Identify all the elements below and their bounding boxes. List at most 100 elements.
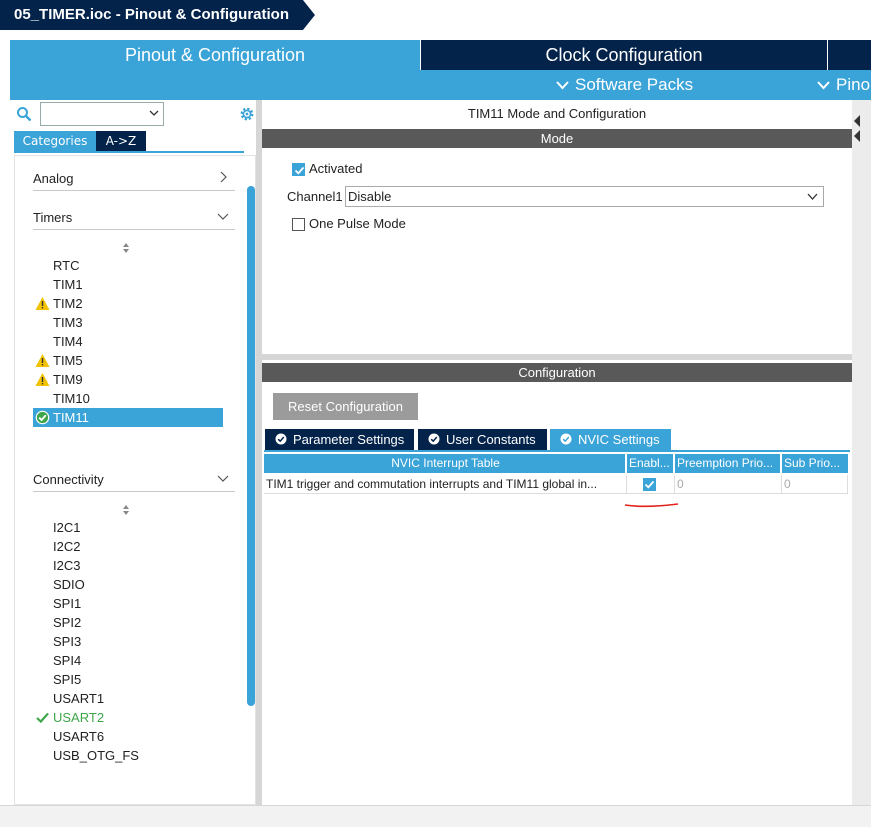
mode-section-header: Mode [262, 129, 852, 148]
list-item-label: I2C3 [53, 558, 81, 573]
list-item-label: SPI3 [53, 634, 82, 649]
list-item-spi3[interactable]: SPI3 [33, 632, 223, 651]
list-item-tim4[interactable]: TIM4 [33, 332, 223, 351]
group-timers[interactable]: Timers [33, 206, 235, 230]
enabled-checkbox[interactable] [643, 478, 656, 491]
list-item-label: SPI5 [53, 672, 82, 687]
mode-configuration-panel: TIM11 Mode and Configuration Mode Activa… [262, 100, 852, 805]
pinout-label: Pino [836, 75, 871, 94]
category-tabs-underline [14, 151, 244, 153]
list-item-label: USART2 [53, 710, 105, 725]
red-underline-annotation [624, 503, 679, 508]
gear-icon[interactable] [238, 105, 256, 123]
right-collapse-strip[interactable] [852, 100, 871, 805]
chevron-down-icon [217, 213, 229, 220]
tab-clock-configuration[interactable]: Clock Configuration [421, 40, 827, 70]
list-item-i2c1[interactable]: I2C1 [33, 518, 223, 537]
column-header-preemption[interactable]: Preemption Prio... [675, 454, 780, 473]
sub-menu-bar: Software Packs Pino [10, 70, 871, 100]
column-header-interrupt[interactable]: NVIC Interrupt Table [264, 454, 625, 473]
list-item-label: SPI4 [53, 653, 82, 668]
list-item-tim1[interactable]: TIM1 [33, 275, 223, 294]
group-analog[interactable]: Analog [33, 167, 235, 191]
group-connectivity-label: Connectivity [33, 472, 104, 487]
tab-pinout-configuration[interactable]: Pinout & Configuration [10, 40, 420, 70]
tab-overflow[interactable] [828, 40, 871, 70]
categories-panel: Categories A->Z Analog Timers RTC TIM1 T… [10, 100, 256, 805]
list-item-i2c2[interactable]: I2C2 [33, 537, 223, 556]
column-header-sub-priority[interactable]: Sub Prio... [782, 454, 848, 473]
list-item-usart2[interactable]: USART2 [33, 708, 223, 727]
search-input[interactable] [40, 102, 164, 126]
list-item-label: TIM9 [53, 372, 83, 387]
list-item-tim3[interactable]: TIM3 [33, 313, 223, 332]
list-item-label: SDIO [53, 577, 85, 592]
search-icon[interactable] [16, 106, 32, 122]
list-item-tim10[interactable]: TIM10 [33, 389, 223, 408]
list-item-label: TIM3 [53, 315, 83, 330]
warning-icon [35, 373, 50, 386]
pinout-menu[interactable]: Pino [817, 70, 870, 100]
table-cell-preemption[interactable]: 0 [675, 475, 782, 494]
tab-user-constants[interactable]: User Constants [418, 429, 547, 450]
list-item-sdio[interactable]: SDIO [33, 575, 223, 594]
list-item-rtc[interactable]: RTC [33, 256, 223, 275]
list-item-label: USART6 [53, 729, 105, 744]
list-item-usart1[interactable]: USART1 [33, 689, 223, 708]
list-item-tim2[interactable]: TIM2 [33, 294, 223, 313]
table-cell-interrupt-name: TIM1 trigger and commutation interrupts … [264, 475, 627, 494]
chevron-right-icon [220, 171, 227, 183]
chevron-down-icon [217, 475, 229, 482]
group-connectivity[interactable]: Connectivity [33, 468, 235, 492]
group-analog-label: Analog [33, 171, 74, 186]
title-bar: 05_TIMER.ioc - Pinout & Configuration [0, 0, 871, 30]
checkmark-icon [36, 712, 49, 724]
channel1-label: Channel1 [287, 189, 343, 204]
chevron-down-icon [807, 193, 818, 200]
one-pulse-mode-label: One Pulse Mode [309, 216, 406, 231]
list-item-spi2[interactable]: SPI2 [33, 613, 223, 632]
list-item-label: TIM4 [53, 334, 83, 349]
column-header-enabled[interactable]: Enabl... [627, 454, 673, 473]
list-item-usb-otg-fs[interactable]: USB_OTG_FS [33, 746, 223, 765]
channel1-select[interactable]: Disable [345, 186, 824, 207]
reset-configuration-button[interactable]: Reset Configuration [273, 393, 418, 420]
chevron-down-icon [149, 110, 159, 116]
tab-label: Parameter Settings [293, 432, 405, 447]
check-circle-icon [428, 433, 440, 445]
breadcrumb-chevron-icon [300, 0, 315, 30]
warning-icon [35, 297, 50, 310]
list-item-label: TIM1 [53, 277, 83, 292]
tab-nvic-settings[interactable]: NVIC Settings [550, 429, 671, 450]
category-list: Analog Timers RTC TIM1 TIM2 TIM3 TIM4 TI… [14, 155, 256, 805]
activated-label: Activated [309, 161, 363, 176]
table-cell-sub-priority[interactable]: 0 [782, 475, 848, 494]
list-item-usart6[interactable]: USART6 [33, 727, 223, 746]
list-item-tim5[interactable]: TIM5 [33, 351, 223, 370]
one-pulse-mode-checkbox[interactable] [292, 218, 305, 231]
list-item-label: TIM11 [53, 410, 89, 425]
tab-label: User Constants [446, 432, 536, 447]
list-item-i2c3[interactable]: I2C3 [33, 556, 223, 575]
list-item-spi5[interactable]: SPI5 [33, 670, 223, 689]
tab-categories[interactable]: Categories [14, 131, 96, 151]
check-circle-icon [275, 433, 287, 445]
list-item-tim11[interactable]: TIM11 [33, 408, 223, 427]
status-bar [0, 805, 871, 827]
section-splitter[interactable] [262, 354, 852, 360]
sort-icon[interactable] [121, 242, 131, 254]
activated-checkbox[interactable] [292, 163, 305, 176]
category-list-scrollbar[interactable] [247, 186, 255, 706]
list-item-tim9[interactable]: TIM9 [33, 370, 223, 389]
collapse-arrows-icon[interactable] [853, 114, 861, 144]
panel-title: TIM11 Mode and Configuration [467, 106, 647, 121]
configuration-section-header: Configuration [262, 363, 852, 382]
checkmark-icon [644, 480, 655, 489]
list-item-spi1[interactable]: SPI1 [33, 594, 223, 613]
sort-icon[interactable] [121, 504, 131, 516]
config-tabs-underline [264, 450, 850, 452]
software-packs-menu[interactable]: Software Packs [556, 70, 693, 100]
tab-a-to-z[interactable]: A->Z [96, 131, 146, 151]
tab-parameter-settings[interactable]: Parameter Settings [265, 429, 414, 450]
list-item-spi4[interactable]: SPI4 [33, 651, 223, 670]
